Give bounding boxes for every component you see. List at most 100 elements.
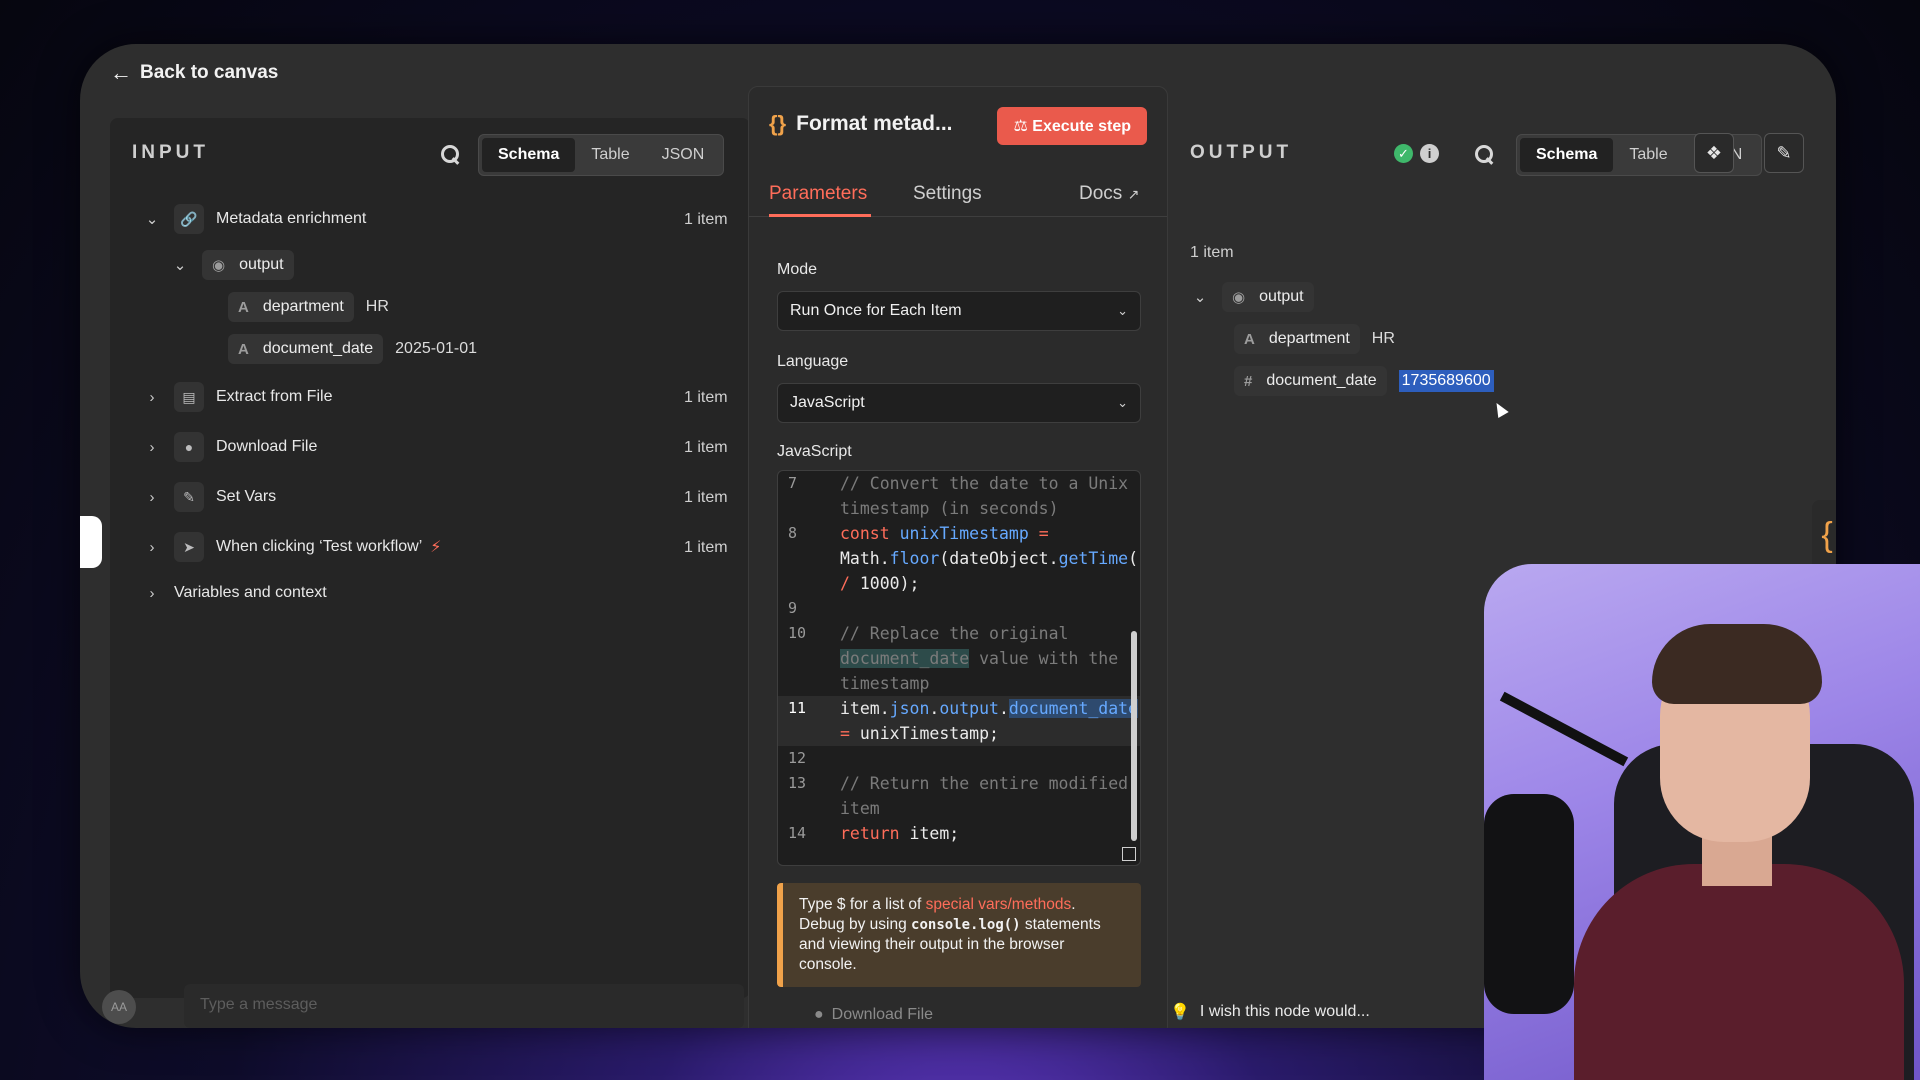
chevron-right-icon: › [149,438,155,456]
input-field-document-date[interactable]: Adocument_date 2025-01-01 [228,334,477,364]
special-vars-link[interactable]: special vars/methods [926,896,1072,913]
edit-output-button[interactable]: ✎ [1764,133,1804,173]
item-count: 1 item [684,489,728,506]
avatar: AA [102,990,136,1024]
output-tab-schema[interactable]: Schema [1520,138,1614,172]
input-view-switch: Schema Table JSON [478,134,725,176]
input-node-download-file[interactable]: › ● Download File [144,432,317,462]
number-type-icon: # [1244,372,1253,390]
code-line: 14 return item; [788,824,960,843]
code-hint-callout: Type $ for a list of special vars/method… [777,883,1141,987]
presenter-body [1574,864,1904,1080]
download-file-node-peek: ● Download File [814,1006,934,1023]
chevron-down-icon: ⌄ [1193,289,1207,306]
webcam-overlay [1484,564,1920,1080]
string-type-icon: A [1244,330,1255,348]
execute-step-button[interactable]: ⚖ Execute step [997,107,1147,145]
cursor-icon: ➤ [174,532,204,562]
pin-icon: ❖ [1705,142,1723,163]
pin-data-button[interactable]: ❖ [1694,133,1734,173]
chat-message-input[interactable]: Type a message [184,984,744,1028]
object-icon: ◉ [212,257,226,274]
chevron-down-icon: ⌄ [145,211,159,228]
code-editor[interactable]: 7// Convert the date to a Unix timestamp… [777,470,1141,866]
mode-label: Mode [777,261,818,278]
input-node-extract-from-file[interactable]: › ▤ Extract from File [144,382,332,412]
item-count: 1 item [684,439,728,456]
output-title: OUTPUT [1190,142,1293,163]
code-line: 7// Convert the date to a Unix timestamp… [788,474,1139,518]
lightning-icon: ⚡ [430,539,442,556]
code-line: 10// Replace the original document_date … [788,624,1129,693]
item-count: 1 item [684,211,728,228]
active-tab-indicator [769,214,871,217]
code-scrollbar[interactable] [1131,631,1137,841]
language-label: Language [777,353,849,370]
code-label: JavaScript [777,443,852,460]
input-node-manual-trigger[interactable]: › ➤ When clicking ‘Test workflow’ ⚡ [144,532,442,562]
output-output-object[interactable]: ⌄ ◉ output [1192,282,1314,312]
microphone [1484,794,1574,1014]
output-item-count: 1 item [1190,244,1234,261]
tab-docs[interactable]: Docs ↗ [1079,183,1139,205]
arrow-left-icon: ← [110,60,132,85]
resize-handle-icon[interactable] [1122,847,1136,861]
code-braces-icon: {} [769,111,787,136]
flask-icon: ⚖ [1013,118,1028,135]
node-title: {} Format metad... [769,111,953,136]
chevron-right-icon: › [149,584,155,602]
file-extract-icon: ▤ [174,382,204,412]
input-output-object[interactable]: ⌄ ◉ output [172,250,294,280]
presenter-hair [1652,624,1822,704]
code-line: 13// Return the entire modified item [788,774,1129,818]
input-field-department[interactable]: Adepartment HR [228,292,389,322]
input-tab-json[interactable]: JSON [646,138,721,172]
search-icon[interactable] [1474,144,1494,164]
sidebar-handle [80,516,102,568]
code-line: 12 [788,749,807,767]
input-tab-schema[interactable]: Schema [482,138,576,172]
string-type-icon: A [238,340,249,358]
input-node-set-vars[interactable]: › ✎ Set Vars [144,482,276,512]
code-line: 9 [788,599,798,617]
mic-arm [1499,691,1629,767]
input-panel: INPUT Schema Table JSON ⌄ 🔗 Metadata enr… [110,118,750,998]
node-tabs: Parameters Settings Docs ↗ [749,173,1167,217]
link-icon: 🔗 [174,204,204,234]
code-line: 8 const unixTimestamp = Math.floor(dateOb… [788,524,1140,593]
back-label: Back to canvas [140,62,279,83]
tab-settings[interactable]: Settings [913,183,982,205]
input-tab-table[interactable]: Table [575,138,645,172]
node-parameters-panel: {} Format metad... ⚖ Execute step Parame… [748,86,1168,1028]
item-count: 1 item [684,539,728,556]
object-icon: ◉ [1232,289,1246,306]
language-select[interactable]: JavaScript ⌄ [777,383,1141,423]
back-to-canvas-link[interactable]: ← Back to canvas [110,60,278,86]
chevron-right-icon: › [149,538,155,556]
chevron-down-icon: ⌄ [1117,395,1128,410]
string-type-icon: A [238,298,249,316]
chevron-down-icon: ⌄ [173,257,187,274]
chevron-right-icon: › [149,488,155,506]
mode-select[interactable]: Run Once for Each Item ⌄ [777,291,1141,331]
input-node-metadata-enrichment[interactable]: ⌄ 🔗 Metadata enrichment [144,204,366,234]
chevron-down-icon: ⌄ [1117,303,1128,318]
globe-icon: ● [174,432,204,462]
pencil-icon: ✎ [1776,142,1792,163]
output-field-department[interactable]: Adepartment HR [1234,324,1395,354]
variables-and-context[interactable]: › Variables and context [144,584,327,602]
input-title: INPUT [132,142,209,163]
code-line: 11 item.json.output.document_date = unixT… [778,696,1140,746]
info-icon[interactable]: i [1420,144,1439,163]
pencil-icon: ✎ [174,482,204,512]
chevron-right-icon: › [149,388,155,406]
output-tab-table[interactable]: Table [1613,138,1683,172]
tab-parameters[interactable]: Parameters [769,183,867,205]
external-link-icon: ↗ [1127,186,1140,202]
code-braces-icon: { [1812,500,1836,570]
globe-icon: ● [814,1006,824,1023]
output-field-document-date[interactable]: # document_date 1735689600 [1234,366,1494,396]
item-count: 1 item [684,389,728,406]
lightbulb-icon: 💡 [1170,1004,1190,1021]
search-icon[interactable] [440,144,460,164]
